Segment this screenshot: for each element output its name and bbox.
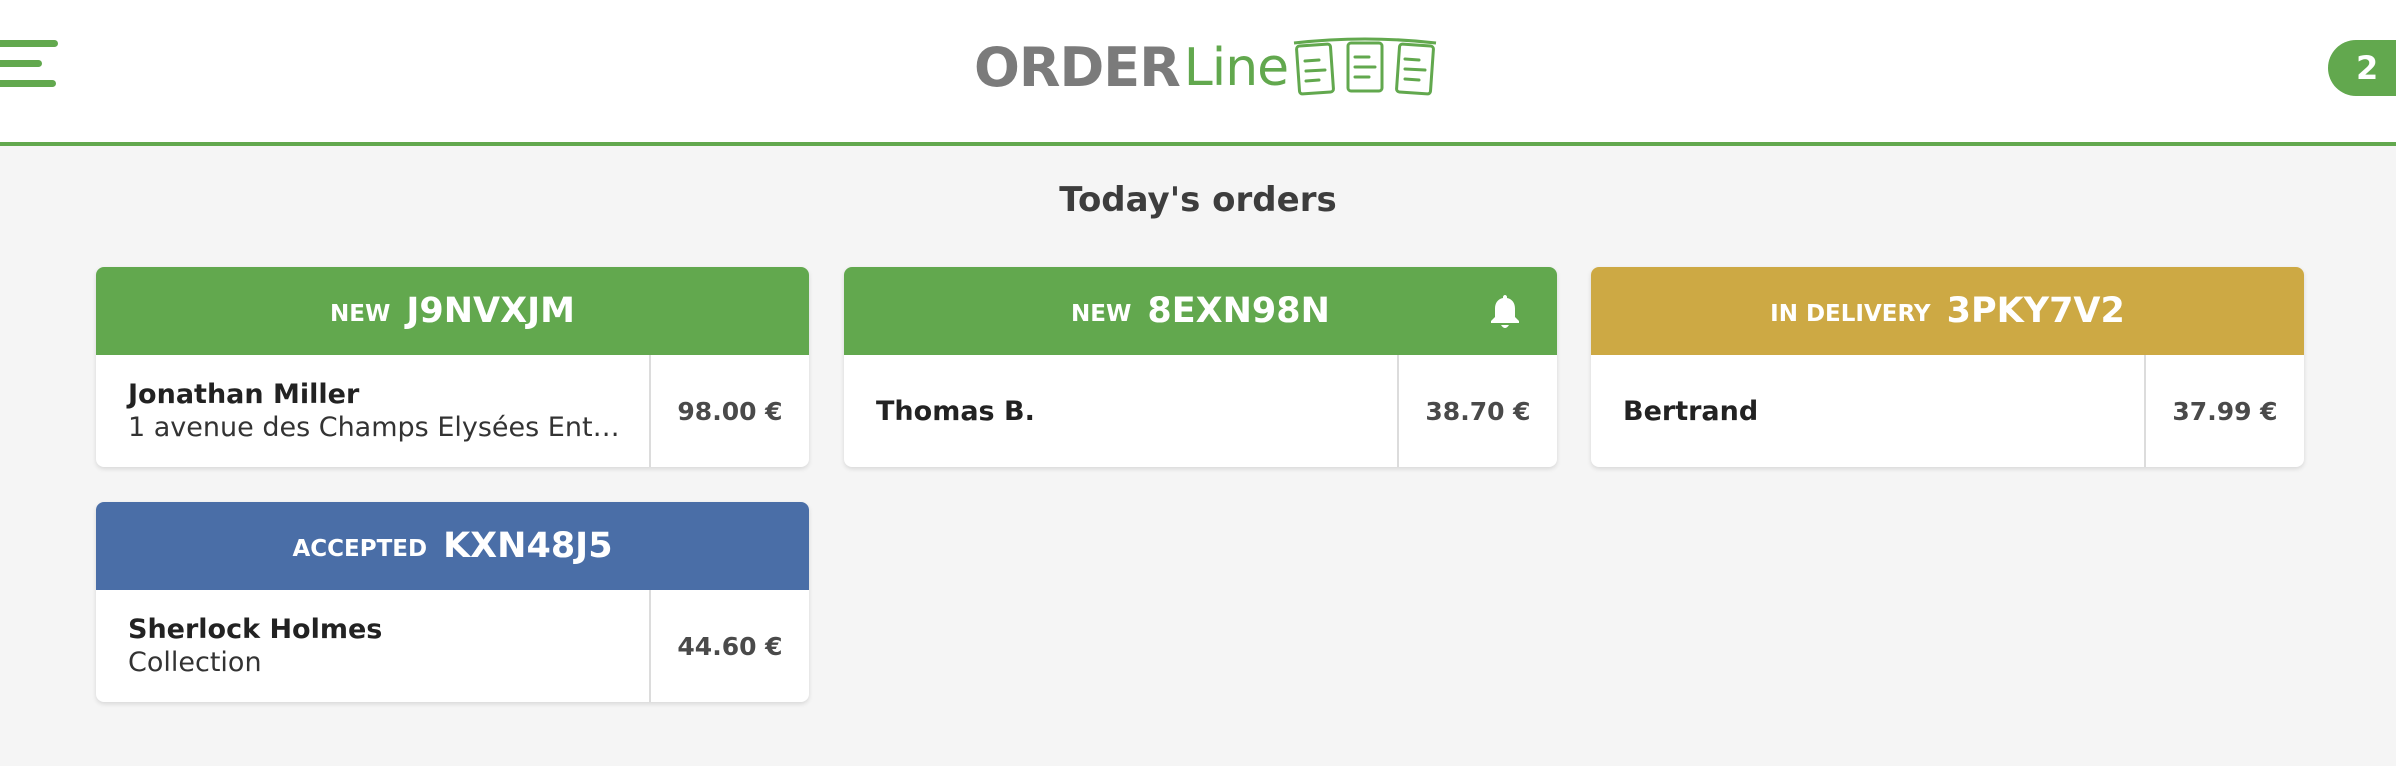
customer-name: Bertrand: [1623, 395, 1759, 427]
order-card[interactable]: NEW J9NVXJM Jonathan Miller 1 avenue des…: [96, 267, 809, 467]
order-price: 37.99 €: [2172, 396, 2278, 426]
order-code: 8EXN98N: [1147, 291, 1330, 331]
order-customer: Thomas B.: [844, 355, 1399, 467]
app-header: ORDER Line 2: [0, 0, 2396, 146]
order-customer: Bertrand: [1591, 355, 2146, 467]
customer-address: 1 avenue des Champs Elysées Entrée …: [128, 412, 627, 443]
order-price: 38.70 €: [1425, 396, 1531, 426]
order-status: ACCEPTED: [292, 536, 428, 562]
order-price: 98.00 €: [677, 396, 783, 426]
order-card-body: Sherlock Holmes Collection 44.60 €: [96, 590, 809, 702]
order-status: NEW: [1071, 301, 1132, 327]
order-code: 3PKY7V2: [1946, 291, 2125, 331]
customer-name: Jonathan Miller: [128, 379, 360, 410]
order-card[interactable]: ACCEPTED KXN48J5 Sherlock Holmes Collect…: [96, 502, 809, 702]
page-title: Today's orders: [1059, 180, 1337, 220]
order-code: KXN48J5: [443, 526, 613, 566]
order-customer: Jonathan Miller 1 avenue des Champs Elys…: [96, 355, 651, 467]
orderline-logo: ORDER Line: [974, 34, 1438, 102]
order-fulfillment-type: Collection: [128, 647, 262, 678]
logo-text-line: Line: [1183, 38, 1289, 98]
order-card-header: IN DELIVERY 3PKY7V2: [1591, 267, 2304, 355]
order-status: NEW: [330, 301, 391, 327]
order-card[interactable]: NEW 8EXN98N Thomas B. 38.70 €: [844, 267, 1557, 467]
order-card-body: Jonathan Miller 1 avenue des Champs Elys…: [96, 355, 809, 467]
order-card[interactable]: IN DELIVERY 3PKY7V2 Bertrand 37.99 €: [1591, 267, 2304, 467]
order-count-badge[interactable]: 2: [2328, 40, 2396, 96]
order-customer: Sherlock Holmes Collection: [96, 590, 651, 702]
customer-name: Sherlock Holmes: [128, 614, 383, 645]
order-code: J9NVXJM: [406, 291, 575, 331]
logo-text-order: ORDER: [974, 36, 1181, 99]
order-tickets-icon: [1293, 37, 1437, 96]
order-card-header: NEW 8EXN98N: [844, 267, 1557, 355]
order-card-header: ACCEPTED KXN48J5: [96, 502, 809, 590]
customer-name: Thomas B.: [876, 395, 1035, 427]
order-card-body: Bertrand 37.99 €: [1591, 355, 2304, 467]
order-price: 44.60 €: [677, 631, 783, 661]
order-status: IN DELIVERY: [1770, 301, 1931, 327]
order-card-body: Thomas B. 38.70 €: [844, 355, 1557, 467]
order-card-header: NEW J9NVXJM: [96, 267, 809, 355]
hamburger-menu-icon[interactable]: [0, 38, 60, 98]
bell-icon[interactable]: [1489, 293, 1521, 331]
